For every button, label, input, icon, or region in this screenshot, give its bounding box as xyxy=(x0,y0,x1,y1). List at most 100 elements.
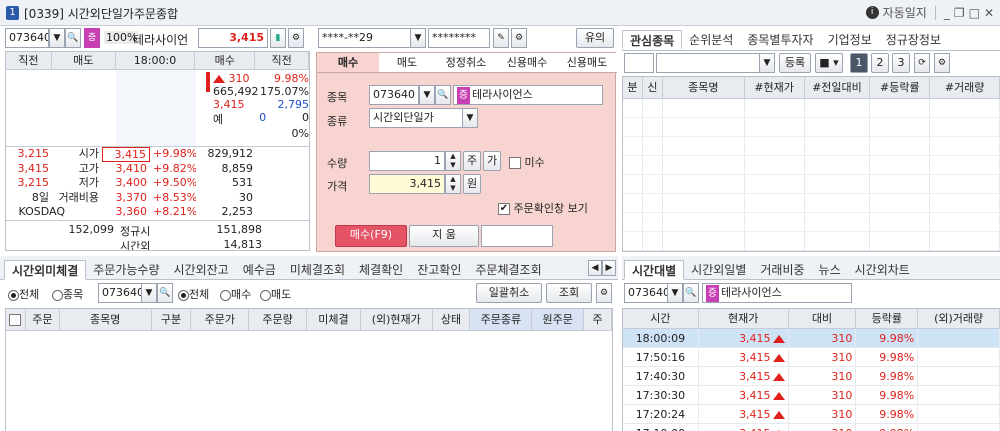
timeline-row[interactable]: 17:40:30 3,415 310 9.98% xyxy=(623,367,1000,386)
edit-icon[interactable]: ✎ xyxy=(493,28,509,48)
tab-modify[interactable]: 정정취소 xyxy=(435,53,497,72)
tab-investor[interactable]: 종목별투자자 xyxy=(740,30,820,50)
view-mode-select[interactable]: ■ ▾ xyxy=(815,53,843,73)
tab-fill-check[interactable]: 체결확인 xyxy=(352,260,410,280)
price-input[interactable]: 3,415 xyxy=(369,174,445,194)
qty-input[interactable]: 1 xyxy=(369,151,445,171)
order-type-select[interactable]: 시간외단일가 xyxy=(369,108,463,128)
clear-button[interactable]: 지 움 xyxy=(409,225,479,247)
timeline-row[interactable]: 17:50:16 3,415 310 9.98% xyxy=(623,348,1000,367)
checkbox-checked-icon[interactable]: ✔ xyxy=(498,203,510,215)
close-icon[interactable]: ✕ xyxy=(984,6,994,20)
restore-icon[interactable]: ❐ xyxy=(954,6,965,20)
timeline-row[interactable]: 17:20:24 3,415 310 9.98% xyxy=(623,405,1000,424)
buy-button[interactable]: 매수(F9) xyxy=(335,225,407,247)
tab-unfilled-query[interactable]: 미체결조회 xyxy=(283,260,352,280)
tab-order-fill-query[interactable]: 주문체결조회 xyxy=(468,260,548,280)
settings-icon[interactable]: ⚙ xyxy=(511,28,527,48)
unfilled-checkbox[interactable]: 미수 xyxy=(509,154,545,170)
timeline-row[interactable]: 17:10:00 3,415 310 9.98% xyxy=(623,424,1000,431)
tab-after-unfilled[interactable]: 시간외미체결 xyxy=(4,260,87,280)
tab-after-daily[interactable]: 시간외일별 xyxy=(684,260,753,280)
timeline-row[interactable]: 18:00:09 3,415 310 9.98% xyxy=(623,329,1000,348)
timeline-row[interactable]: 17:30:30 3,415 310 9.98% xyxy=(623,386,1000,405)
tab-orderable[interactable]: 주문가능수량 xyxy=(86,260,166,280)
dropdown-arrow-icon[interactable]: ▼ xyxy=(410,28,426,48)
autolock-label[interactable]: 자동일지 xyxy=(883,4,927,21)
radio-off-icon[interactable] xyxy=(52,289,63,301)
dropdown-arrow-icon[interactable]: ▼ xyxy=(141,283,157,303)
register-button[interactable]: 등록 xyxy=(779,53,811,73)
dropdown-arrow-icon[interactable]: ▼ xyxy=(49,28,65,48)
tab-balance-check[interactable]: 잔고확인 xyxy=(410,260,468,280)
tab-buy[interactable]: 매수 xyxy=(317,53,379,72)
tab-after-chart[interactable]: 시간외차트 xyxy=(848,260,917,280)
qty-max-button[interactable]: 가 xyxy=(483,151,501,171)
inquiry-button[interactable]: 조회 xyxy=(546,283,592,303)
dropdown-arrow-icon[interactable]: ▼ xyxy=(419,85,435,105)
radio-on-icon[interactable] xyxy=(178,289,189,301)
watch-group-select[interactable] xyxy=(656,53,760,73)
chart-icon[interactable]: ▮ xyxy=(270,28,286,48)
stat-row: KOSDAQ 3,360 +8.21% 2,253 xyxy=(6,205,309,220)
diff-value: 310 xyxy=(213,72,250,85)
qty-stepper[interactable]: ▲ ▼ xyxy=(445,151,461,171)
tab-company[interactable]: 기업정보 xyxy=(821,30,879,50)
dropdown-arrow-icon[interactable]: ▼ xyxy=(462,108,478,128)
minimize-icon[interactable]: _ xyxy=(944,6,950,20)
page-1-button[interactable]: 1 xyxy=(850,53,868,73)
price-stepper[interactable]: ▲ ▼ xyxy=(445,174,461,194)
tab-news[interactable]: 뉴스 xyxy=(812,260,848,280)
radio-off-icon[interactable] xyxy=(220,289,231,301)
tab-sell[interactable]: 매도 xyxy=(379,53,435,72)
search-icon[interactable]: 🔍 xyxy=(157,283,173,303)
maximize-icon[interactable]: □ xyxy=(969,6,980,20)
password-input[interactable]: ******** xyxy=(428,28,490,48)
caution-button[interactable]: 유의 xyxy=(576,28,614,48)
checkbox-icon[interactable] xyxy=(9,314,22,326)
page-3-button[interactable]: 3 xyxy=(892,53,910,73)
unfilled-code-input[interactable]: 073640 xyxy=(98,283,142,303)
radio-on-icon[interactable] xyxy=(8,289,19,301)
page-2-button[interactable]: 2 xyxy=(871,53,889,73)
bulk-cancel-button[interactable]: 일괄취소 xyxy=(476,283,542,303)
info-block: 310 9.98% 665,492 175.07% 3,415 2,795 예 0 0 0… xyxy=(213,72,309,140)
timeline-code-input[interactable]: 073640 xyxy=(624,283,668,303)
tab-credit-buy[interactable]: 신용매수 xyxy=(497,53,557,72)
tab-watchlist[interactable]: 관심종목 xyxy=(622,30,683,50)
search-icon[interactable]: 🔍 xyxy=(683,283,699,303)
tab-prev-icon[interactable]: ◀ xyxy=(588,260,602,276)
watch-group-input[interactable] xyxy=(624,53,654,73)
radio-side-all[interactable]: 전체 xyxy=(178,286,209,302)
settings-icon[interactable]: ⚙ xyxy=(934,53,950,73)
confirm-checkbox[interactable]: ✔ 주문확인창 보기 xyxy=(498,200,588,216)
refresh-icon[interactable]: ⟳ xyxy=(914,53,930,73)
search-icon[interactable]: 🔍 xyxy=(65,28,81,48)
radio-all[interactable]: 전체 xyxy=(8,286,39,302)
settings-icon[interactable]: ⚙ xyxy=(288,28,304,48)
tab-regular[interactable]: 정규장정보 xyxy=(879,30,948,50)
stock-code-input[interactable]: 073640 xyxy=(5,28,49,48)
tab-by-time[interactable]: 시간대별 xyxy=(624,260,685,280)
dropdown-arrow-icon[interactable]: ▼ xyxy=(759,53,775,73)
radio-off-icon[interactable] xyxy=(260,289,271,301)
search-icon[interactable]: 🔍 xyxy=(435,85,451,105)
radio-buy[interactable]: 매수 xyxy=(220,286,251,302)
radio-stock[interactable]: 종목 xyxy=(52,286,83,302)
radio-sell[interactable]: 매도 xyxy=(260,286,291,302)
info-icon[interactable]: i xyxy=(865,6,879,19)
col-check[interactable] xyxy=(6,309,26,330)
tab-after-balance[interactable]: 시간외잔고 xyxy=(167,260,236,280)
settings-icon[interactable]: ⚙ xyxy=(596,283,612,303)
account-select[interactable]: ****-**29 xyxy=(318,28,412,48)
tab-trade-weight[interactable]: 거래비중 xyxy=(753,260,811,280)
dropdown-arrow-icon[interactable]: ▼ xyxy=(667,283,683,303)
tab-next-icon[interactable]: ▶ xyxy=(602,260,616,276)
checkbox-icon[interactable] xyxy=(509,157,521,169)
tab-deposit[interactable]: 예수금 xyxy=(236,260,283,280)
tab-rank[interactable]: 순위분석 xyxy=(682,30,740,50)
stat-prev: 3,215 xyxy=(17,176,50,189)
order-extra-input[interactable] xyxy=(481,225,553,247)
order-code-input[interactable]: 073640 xyxy=(369,85,419,105)
tab-credit-sell[interactable]: 신용매도 xyxy=(557,53,617,72)
